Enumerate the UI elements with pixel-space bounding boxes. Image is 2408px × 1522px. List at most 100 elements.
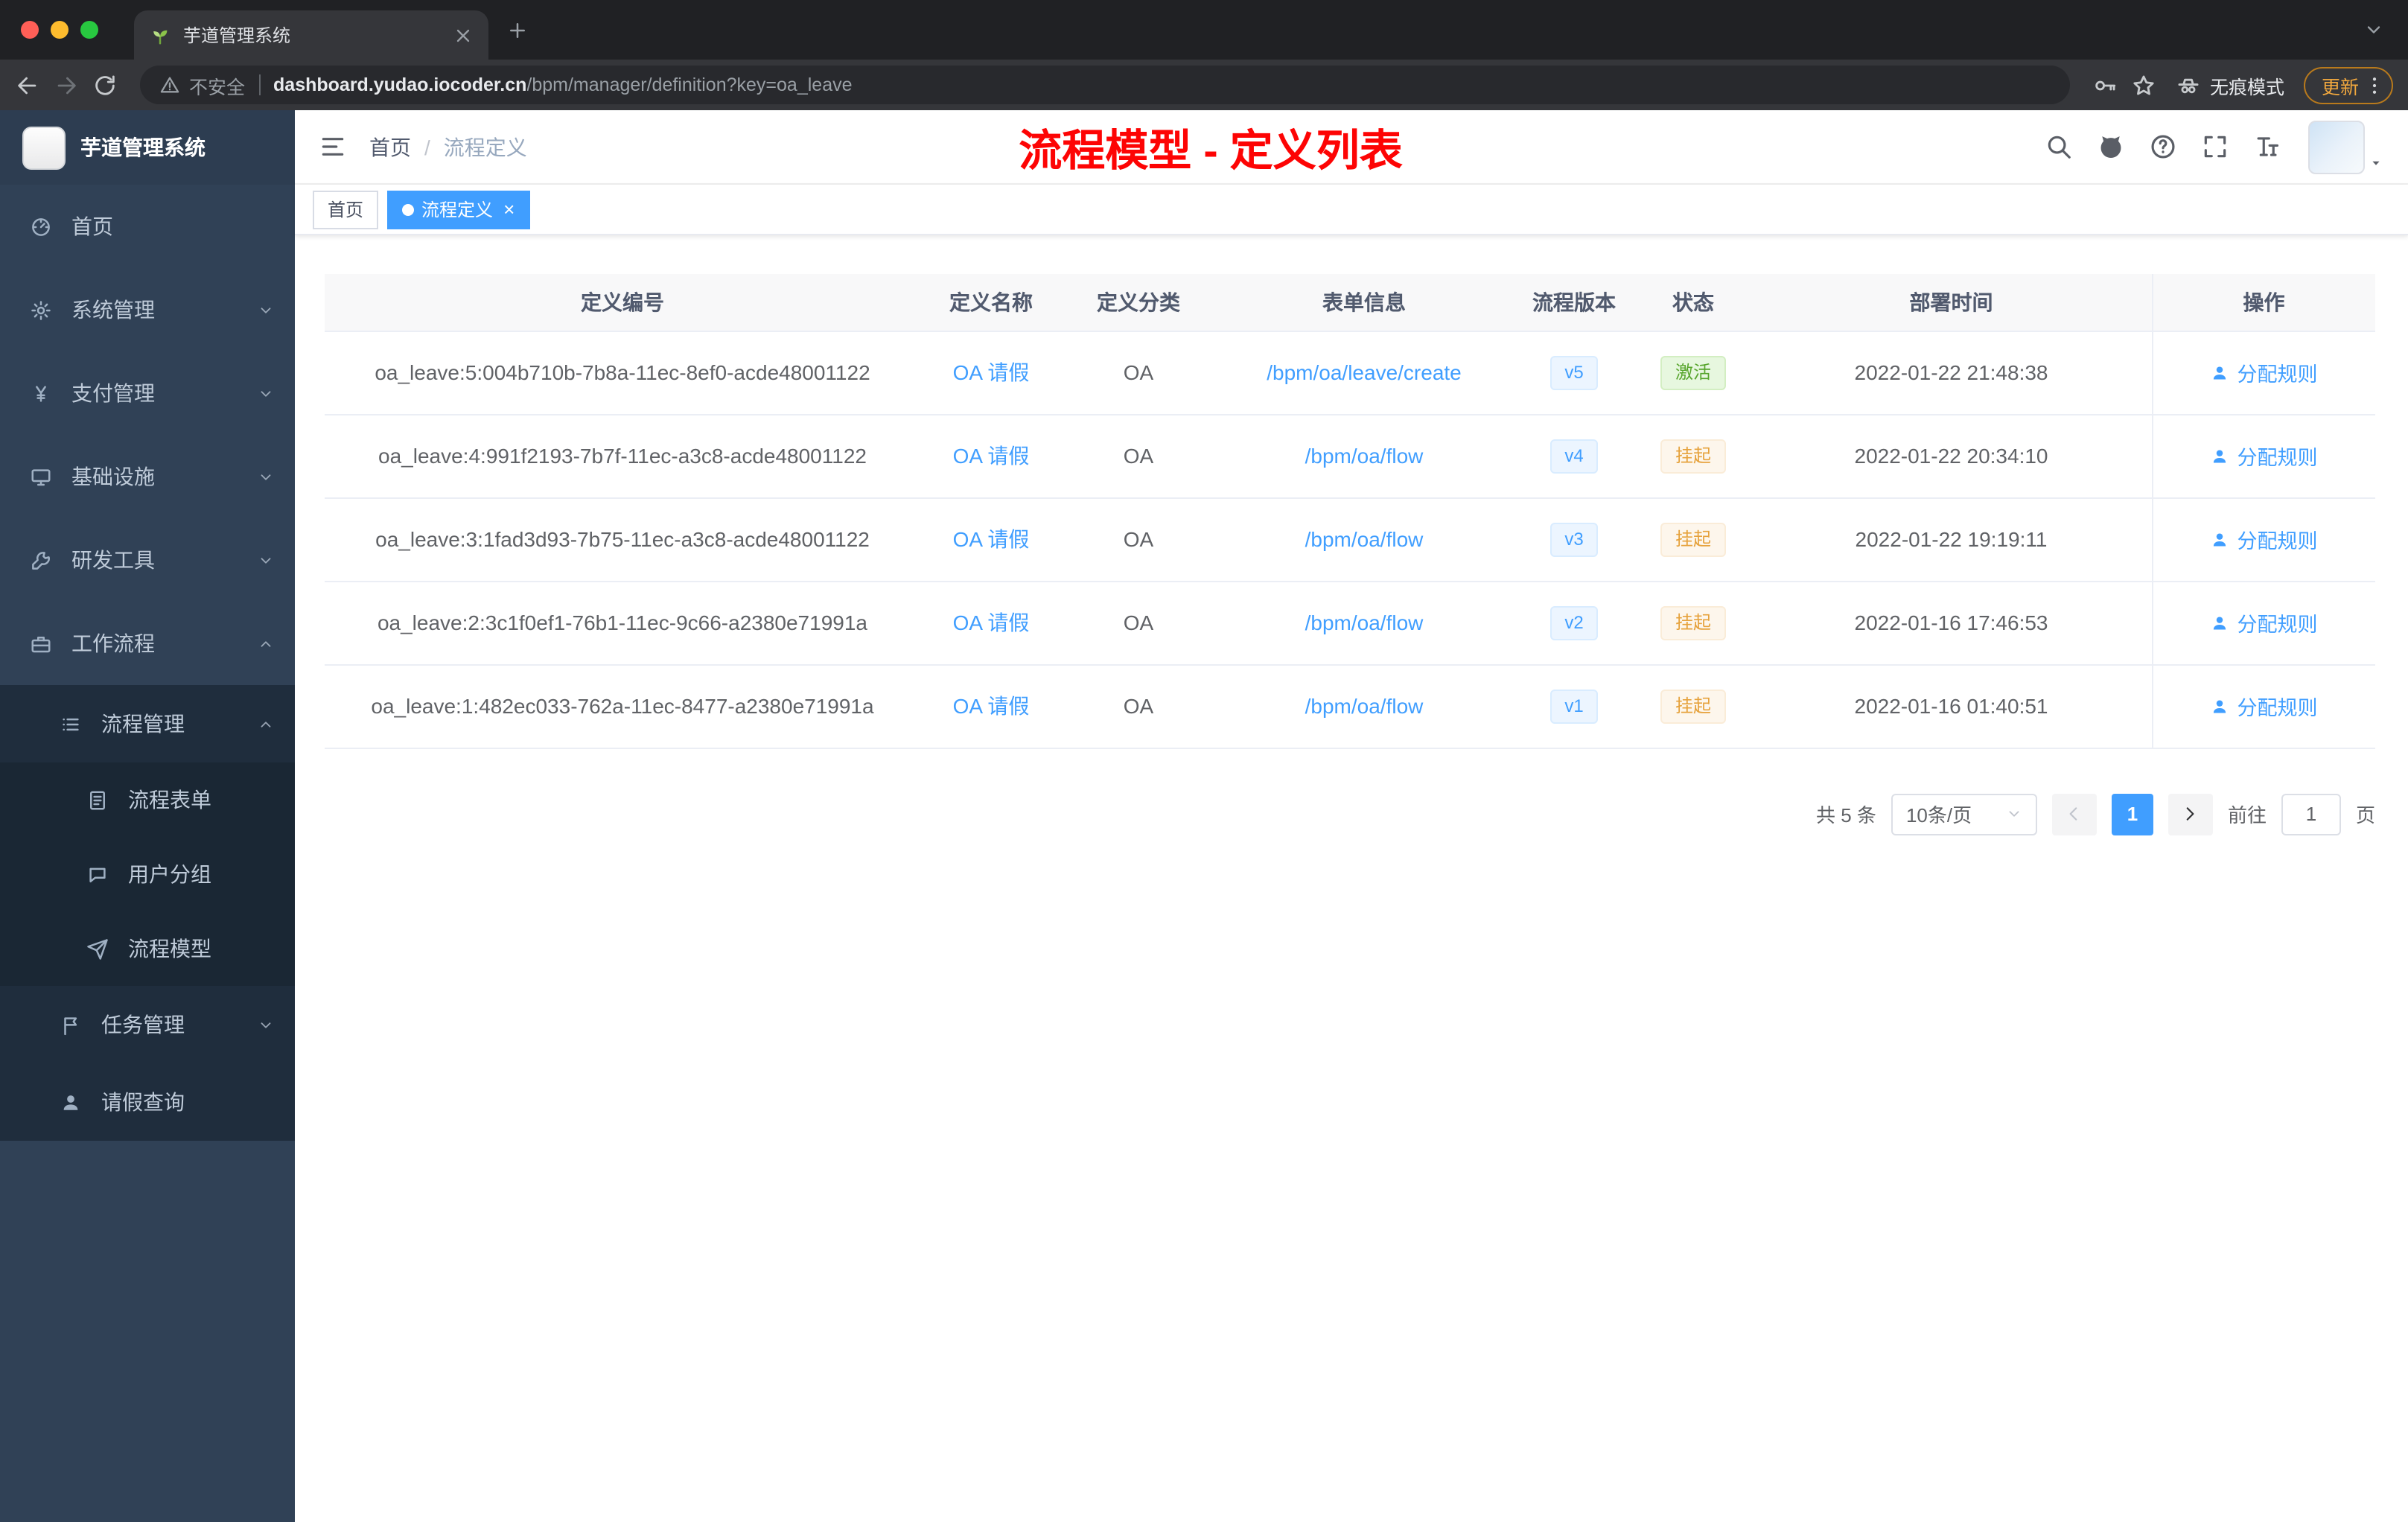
- cell-deploy-time: 2022-01-16 01:40:51: [1751, 664, 2152, 748]
- column-header: 表单信息: [1215, 274, 1513, 331]
- back-button[interactable]: [15, 72, 40, 98]
- table-row: oa_leave:4:991f2193-7b7f-11ec-a3c8-acde4…: [325, 414, 2375, 498]
- page-size-value: 10条/页: [1905, 804, 1972, 827]
- bookmark-star-icon[interactable]: [2131, 72, 2156, 98]
- password-key-icon[interactable]: [2092, 72, 2118, 98]
- goto-page-input[interactable]: [2281, 793, 2341, 835]
- logo-image: [22, 126, 66, 169]
- sidebar-item-home[interactable]: 首页: [0, 185, 295, 268]
- column-header: 定义名称: [920, 274, 1062, 331]
- version-tag: v4: [1549, 439, 1599, 473]
- cell-definition-id: oa_leave:2:3c1f0ef1-76b1-11ec-9c66-a2380…: [325, 581, 920, 665]
- close-window-button[interactable]: [21, 21, 39, 39]
- page-size-select[interactable]: 10条/页: [1891, 793, 2037, 835]
- address-bar[interactable]: 不安全 dashboard.yudao.iocoder.cn /bpm/mana…: [140, 66, 2070, 104]
- assign-rule-link[interactable]: 分配规则: [2211, 357, 2318, 387]
- status-tag: 挂起: [1660, 605, 1726, 640]
- avatar-image: [2308, 120, 2365, 173]
- sidebar-item-system-management[interactable]: 系统管理: [0, 268, 295, 351]
- cell-category: OA: [1062, 331, 1215, 415]
- sidebar-item-infrastructure[interactable]: 基础设施: [0, 435, 295, 518]
- sidebar-item-user-group[interactable]: 用户分组: [0, 837, 295, 911]
- search-icon[interactable]: [2045, 133, 2073, 161]
- version-tag: v3: [1549, 522, 1599, 556]
- forward-button[interactable]: [54, 72, 79, 98]
- fullscreen-icon[interactable]: [2201, 133, 2229, 161]
- cell-definition-id: oa_leave:1:482ec033-762a-11ec-8477-a2380…: [325, 664, 920, 748]
- assign-rule-link[interactable]: 分配规则: [2211, 608, 2318, 637]
- table-row: oa_leave:1:482ec033-762a-11ec-8477-a2380…: [325, 664, 2375, 748]
- help-icon[interactable]: [2149, 133, 2177, 161]
- column-header: 部署时间: [1751, 274, 2152, 331]
- tag-process-definition[interactable]: 流程定义 ×: [387, 190, 530, 229]
- definition-name-link[interactable]: OA 请假: [953, 527, 1030, 551]
- sidebar-item-workflow[interactable]: 工作流程: [0, 602, 295, 685]
- sidebar-item-task-management[interactable]: 任务管理: [0, 986, 295, 1063]
- sidebar-item-process-management[interactable]: 流程管理: [0, 685, 295, 762]
- tag-close-icon[interactable]: ×: [503, 200, 515, 219]
- person-icon: [2211, 529, 2230, 549]
- minimize-window-button[interactable]: [51, 21, 69, 39]
- sidebar-item-leave-query[interactable]: 请假查询: [0, 1063, 295, 1141]
- yen-icon: [30, 382, 52, 404]
- maximize-window-button[interactable]: [80, 21, 98, 39]
- sidebar-item-process-form[interactable]: 流程表单: [0, 762, 295, 837]
- table-row: oa_leave:5:004b710b-7b8a-11ec-8ef0-acde4…: [325, 331, 2375, 415]
- form-link[interactable]: /bpm/oa/flow: [1305, 527, 1424, 551]
- update-label: 更新: [2321, 77, 2359, 98]
- chevron-down-icon: [2006, 806, 2022, 822]
- definition-name-link[interactable]: OA 请假: [953, 694, 1030, 718]
- cell-deploy-time: 2022-01-22 21:48:38: [1751, 331, 2152, 415]
- person-icon: [2211, 363, 2230, 382]
- doc-icon: [86, 789, 109, 811]
- version-tag: v1: [1549, 689, 1599, 723]
- page-1-button[interactable]: 1: [2111, 793, 2153, 835]
- sidebar-toggle-icon[interactable]: [319, 133, 347, 161]
- sidebar-item-dev-tools[interactable]: 研发工具: [0, 518, 295, 602]
- form-link[interactable]: /bpm/oa/flow: [1305, 694, 1424, 718]
- assign-rule-link[interactable]: 分配规则: [2211, 441, 2318, 471]
- tab-search-chevron-icon[interactable]: [2363, 19, 2384, 40]
- sidebar-item-payment-management[interactable]: 支付管理: [0, 351, 295, 435]
- next-page-button[interactable]: [2167, 793, 2213, 835]
- reload-button[interactable]: [92, 72, 118, 98]
- definition-name-link[interactable]: OA 请假: [953, 444, 1030, 468]
- breadcrumb-separator: /: [424, 135, 430, 159]
- prev-page-button[interactable]: [2051, 793, 2097, 835]
- definition-name-link[interactable]: OA 请假: [953, 611, 1030, 634]
- breadcrumb-item[interactable]: 首页: [369, 132, 411, 162]
- sidebar-item-label: 系统管理: [71, 298, 155, 322]
- table-row: oa_leave:3:1fad3d93-7b75-11ec-a3c8-acde4…: [325, 497, 2375, 582]
- form-link[interactable]: /bpm/oa/flow: [1305, 444, 1424, 468]
- chevron-down-icon: [258, 552, 274, 568]
- assign-rule-link[interactable]: 分配规则: [2211, 524, 2318, 554]
- form-link[interactable]: /bpm/oa/flow: [1305, 611, 1424, 634]
- new-tab-button[interactable]: [506, 19, 529, 41]
- tag-home[interactable]: 首页: [313, 190, 379, 229]
- tab-close-icon[interactable]: [453, 25, 474, 45]
- sidebar-item-label: 用户分组: [128, 862, 211, 886]
- app-title: 芋道管理系统: [80, 136, 206, 159]
- status-tag: 挂起: [1660, 689, 1726, 723]
- breadcrumb: 首页 / 流程定义: [369, 132, 527, 162]
- person-icon: [60, 1091, 82, 1113]
- font-size-icon[interactable]: [2253, 133, 2281, 161]
- cell-definition-id: oa_leave:3:1fad3d93-7b75-11ec-a3c8-acde4…: [325, 497, 920, 582]
- column-header: 状态: [1635, 274, 1751, 331]
- github-icon[interactable]: [2097, 133, 2125, 161]
- definition-name-link[interactable]: OA 请假: [953, 360, 1030, 384]
- browser-tab[interactable]: 芋道管理系统: [134, 10, 488, 60]
- update-button[interactable]: 更新: [2303, 66, 2393, 104]
- user-avatar[interactable]: [2308, 120, 2384, 173]
- cell-category: OA: [1062, 581, 1215, 665]
- plane-icon: [86, 937, 109, 960]
- form-link[interactable]: /bpm/oa/leave/create: [1267, 360, 1462, 384]
- sidebar-item-process-model[interactable]: 流程模型: [0, 911, 295, 986]
- assign-rule-link[interactable]: 分配规则: [2211, 691, 2318, 721]
- browser-menu-dots-icon[interactable]: [2363, 74, 2386, 96]
- tag-label: 流程定义: [421, 200, 494, 220]
- tags-bar: 首页 流程定义 ×: [295, 185, 2408, 235]
- table-body: oa_leave:5:004b710b-7b8a-11ec-8ef0-acde4…: [325, 331, 2375, 748]
- app-logo[interactable]: 芋道管理系统: [0, 110, 295, 185]
- column-header: 定义分类: [1062, 274, 1215, 331]
